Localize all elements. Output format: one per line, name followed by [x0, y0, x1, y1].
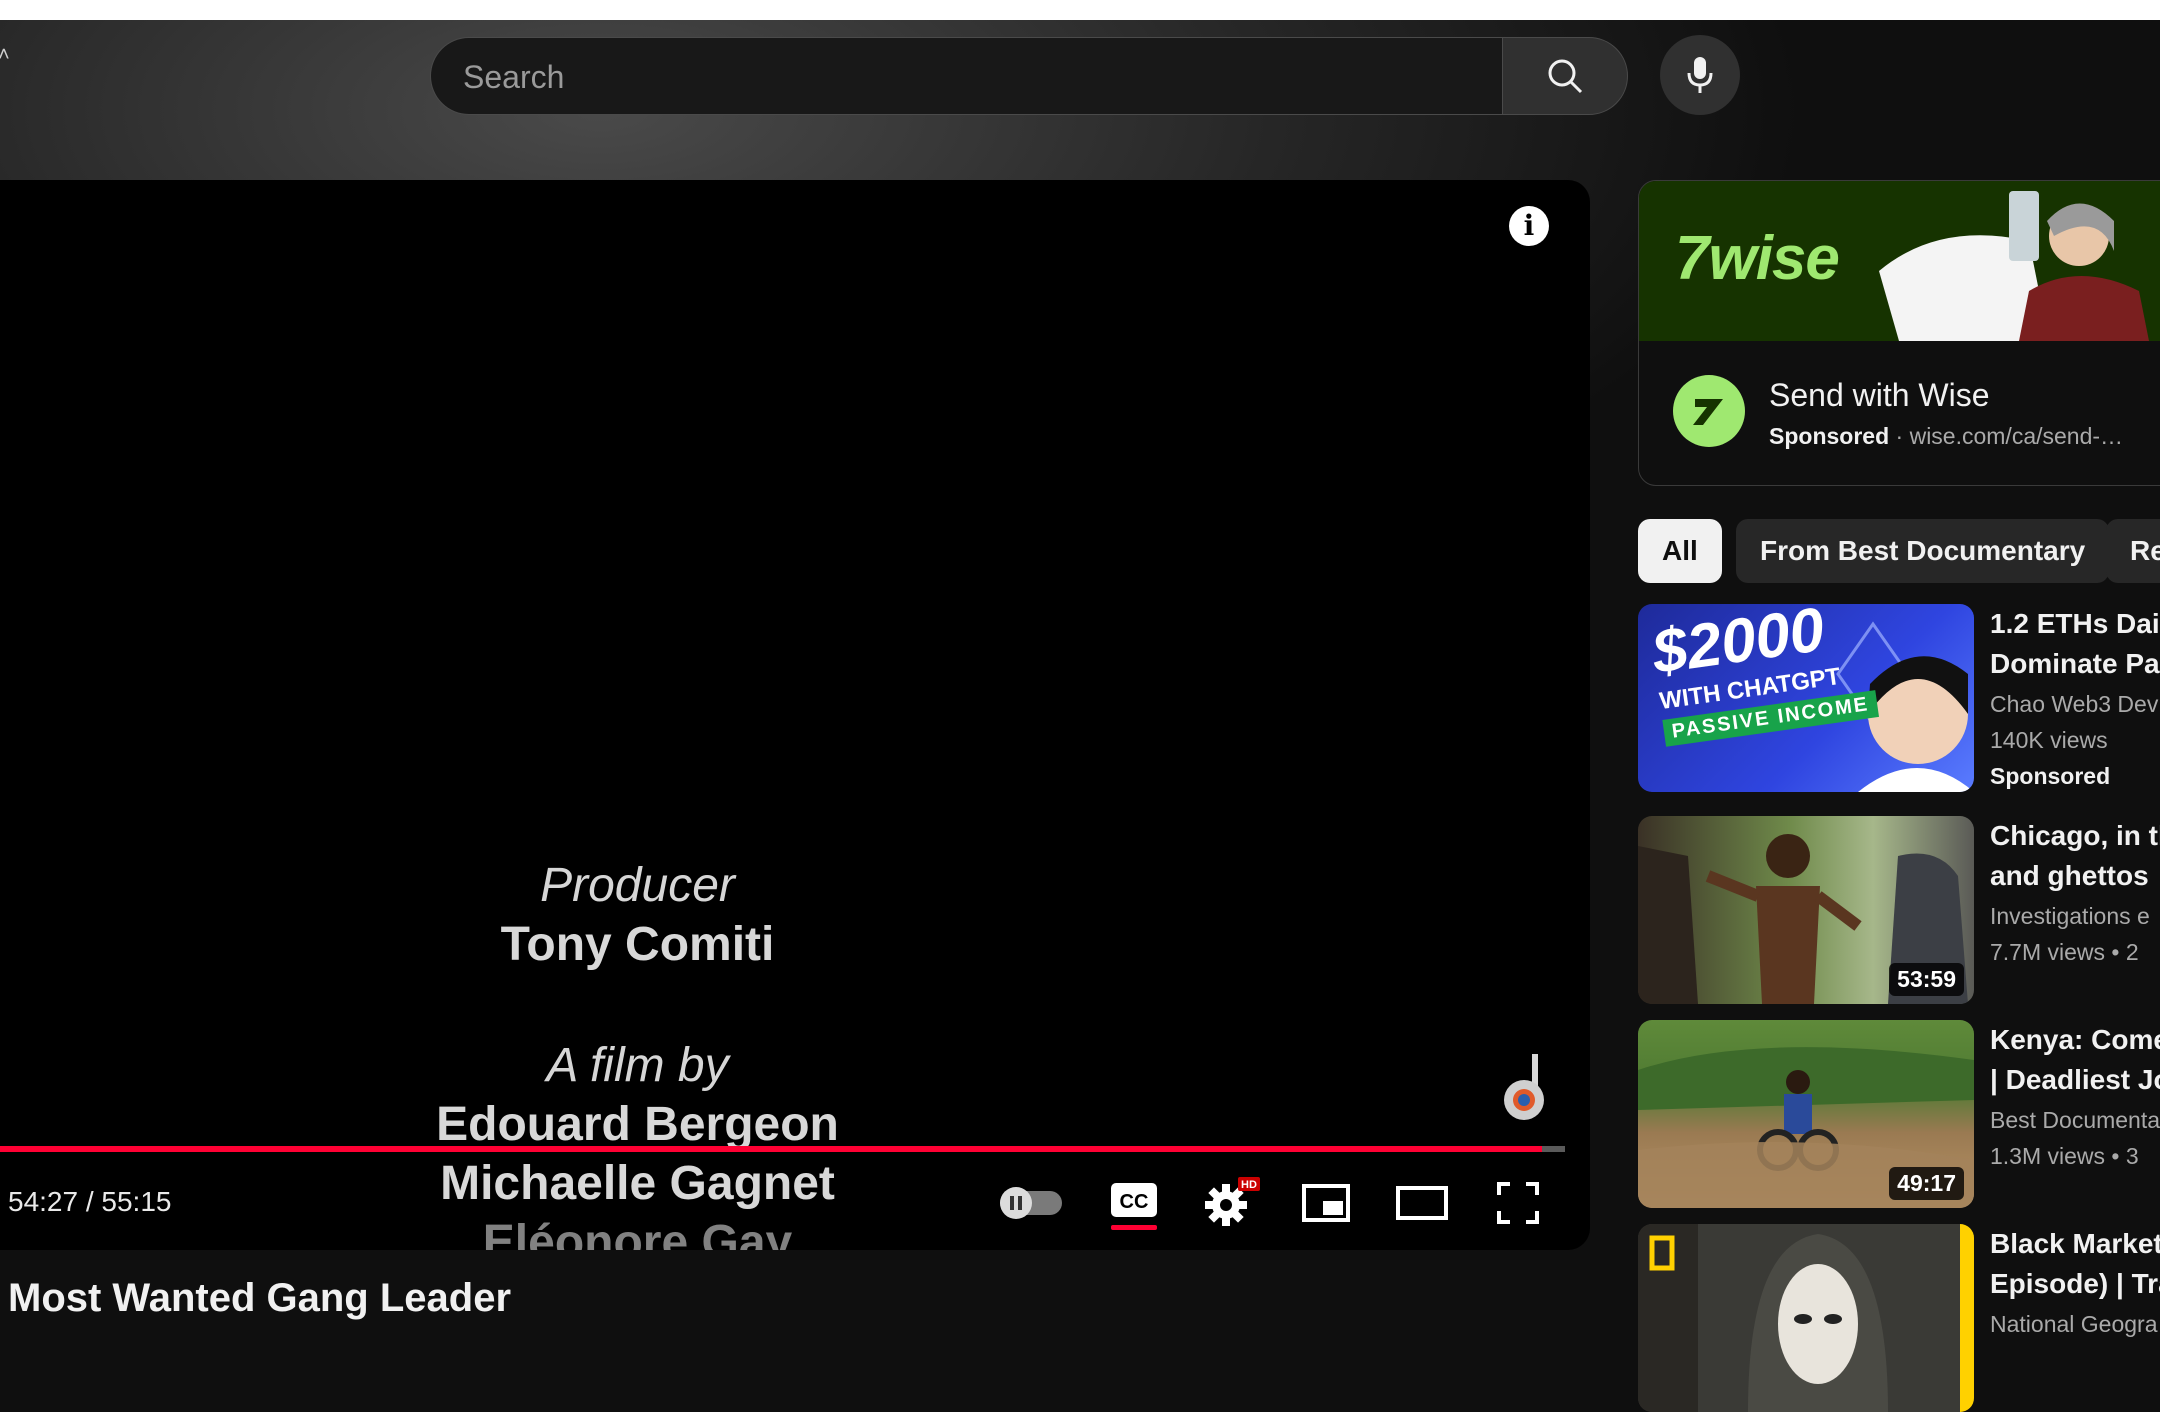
- credit-role: A film by: [546, 1039, 729, 1092]
- closed-captions-icon: CC: [1111, 1183, 1157, 1230]
- voice-search-button[interactable]: [1660, 35, 1740, 115]
- search-box: [430, 37, 1502, 116]
- theater-mode-icon: [1396, 1186, 1448, 1220]
- info-icon[interactable]: i: [1509, 206, 1549, 246]
- video-thumbnail[interactable]: [1638, 1224, 1974, 1412]
- progress-played: [0, 1146, 1543, 1152]
- rec-channel[interactable]: Chao Web3 Dev: [1990, 686, 2160, 722]
- chip-from-best-documentary[interactable]: From Best Documentary: [1736, 519, 2110, 583]
- rec-title-line[interactable]: and ghettos: [1990, 856, 2160, 896]
- recommendation-item[interactable]: 49:17 Kenya: Come | Deadliest Jo Best Do…: [1638, 1020, 2160, 1208]
- theater-mode-button[interactable]: [1392, 1175, 1452, 1231]
- settings-button[interactable]: HD: [1200, 1175, 1260, 1231]
- ad-url[interactable]: wise.com/ca/send-…: [1910, 423, 2123, 449]
- chip-related[interactable]: Re: [2106, 519, 2160, 583]
- recommendation-info[interactable]: Chicago, in th and ghettos Investigation…: [1990, 816, 2160, 970]
- credit-role: Producer: [540, 859, 735, 912]
- credit-name: Michaelle Gagnet: [440, 1157, 835, 1210]
- gear-icon: HD: [1205, 1177, 1260, 1226]
- credit-name: Edouard Bergeon: [436, 1098, 839, 1151]
- recommendation-info[interactable]: Black Market Episode) | Tra National Geo…: [1990, 1224, 2160, 1342]
- rec-meta: 140K views: [1990, 727, 2108, 753]
- credit-name: Tony Comiti: [500, 918, 775, 971]
- browser-top-strip: [0, 0, 2160, 20]
- video-duration: 53:59: [1889, 963, 1964, 996]
- ad-brand-logo: 7wise: [1675, 224, 1840, 293]
- recommendation-info[interactable]: 1.2 ETHs Dail Dominate Pas Chao Web3 Dev…: [1990, 604, 2160, 794]
- rec-title-line[interactable]: Black Market: [1990, 1224, 2160, 1264]
- rec-sponsored-badge: Sponsored: [1990, 763, 2111, 789]
- rec-meta: 1.3M views • 3: [1990, 1143, 2139, 1169]
- credit-name: Eléonore Gay: [482, 1216, 793, 1250]
- video-thumbnail[interactable]: 53:59: [1638, 816, 1974, 1004]
- ad-sponsored-label: Sponsored: [1769, 423, 1890, 449]
- search-input[interactable]: [461, 38, 1465, 116]
- rec-title-line[interactable]: Chicago, in th: [1990, 816, 2160, 856]
- wise-logo-icon: [1693, 399, 1723, 425]
- recommendation-item[interactable]: Black Market Episode) | Tra National Geo…: [1638, 1224, 2160, 1412]
- miniplayer-icon: [1302, 1184, 1350, 1222]
- fullscreen-button[interactable]: [1488, 1175, 1548, 1231]
- rec-channel[interactable]: Best Documenta: [1990, 1102, 2160, 1138]
- time-display: 54:27 / 55:15: [8, 1186, 172, 1217]
- recommendation-item[interactable]: 53:59 Chicago, in th and ghettos Investi…: [1638, 816, 2160, 1004]
- rec-title-line[interactable]: 1.2 ETHs Dail: [1990, 604, 2160, 644]
- video-duration: 49:17: [1889, 1167, 1964, 1200]
- video-title: Most Wanted Gang Leader: [8, 1276, 512, 1320]
- rec-title-line[interactable]: | Deadliest Jo: [1990, 1060, 2160, 1100]
- microphone-icon: [1687, 57, 1713, 93]
- chip-all[interactable]: All: [1638, 519, 1722, 583]
- recommendation-info[interactable]: Kenya: Come | Deadliest Jo Best Document…: [1990, 1020, 2160, 1174]
- autoplay-toggle[interactable]: [996, 1175, 1066, 1231]
- ad-person-image: [1879, 191, 2149, 341]
- recommendation-item[interactable]: $2000 WITH CHATGPT PASSIVE INCOME 1.2 ET…: [1638, 604, 2160, 792]
- filter-chip-bar: All From Best Documentary Re: [1638, 519, 2160, 583]
- ad-title[interactable]: Send with Wise: [1769, 377, 1990, 414]
- hd-badge: HD: [1241, 1179, 1257, 1191]
- rec-meta: 7.7M views • 2: [1990, 939, 2139, 965]
- svg-text:CC: CC: [1120, 1191, 1149, 1213]
- credit-block-producer: Producer Tony Comiti: [0, 858, 1275, 972]
- credit-block-director: A film by Edouard Bergeon Michaelle Gagn…: [0, 1038, 1275, 1250]
- video-thumbnail[interactable]: 49:17: [1638, 1020, 1974, 1208]
- search-button[interactable]: [1502, 37, 1628, 115]
- fullscreen-icon: [1497, 1182, 1539, 1224]
- rec-channel[interactable]: Investigations e: [1990, 898, 2160, 934]
- subtitles-button[interactable]: CC: [1104, 1175, 1164, 1231]
- rec-title-line[interactable]: Dominate Pas: [1990, 644, 2160, 684]
- rec-title-line[interactable]: Episode) | Tra: [1990, 1264, 2160, 1304]
- meta-separator: ·: [1895, 423, 1910, 449]
- rec-channel[interactable]: National Geogra: [1990, 1306, 2160, 1342]
- search-icon: [1548, 59, 1583, 94]
- channel-watermark-icon[interactable]: [1498, 1050, 1554, 1131]
- video-thumbnail[interactable]: $2000 WITH CHATGPT PASSIVE INCOME: [1638, 604, 1974, 792]
- ad-banner-image[interactable]: 7wise: [1639, 181, 2160, 341]
- ad-meta: Sponsored · wise.com/ca/send-…: [1769, 423, 2123, 450]
- rec-title-line[interactable]: Kenya: Come: [1990, 1020, 2160, 1060]
- progress-bar[interactable]: [0, 1146, 1565, 1152]
- autoplay-toggle-icon: [1000, 1187, 1062, 1219]
- ad-advertiser-avatar[interactable]: [1673, 375, 1745, 447]
- miniplayer-button[interactable]: [1296, 1175, 1356, 1231]
- ad-card[interactable]: 7wise Send with Wise Sponsored · wise.co…: [1638, 180, 2160, 486]
- caret-up-icon: ˄: [0, 44, 10, 66]
